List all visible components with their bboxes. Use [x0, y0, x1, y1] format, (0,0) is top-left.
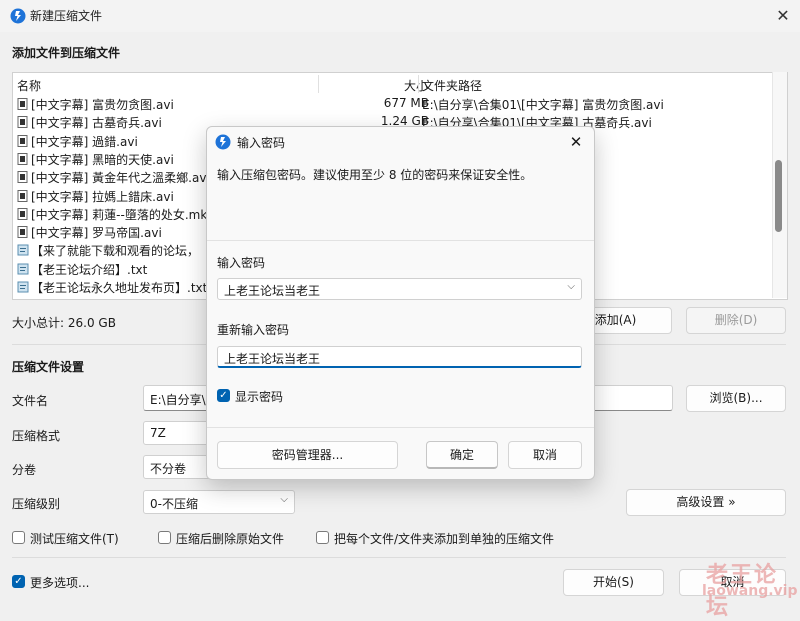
format-value: 7Z: [150, 426, 166, 440]
total-size: 大小总计: 26.0 GB: [12, 316, 116, 330]
separate-archives-label: 把每个文件/文件夹添加到单独的压缩文件: [334, 532, 555, 546]
delete-after-label: 压缩后删除原始文件: [176, 532, 285, 546]
column-header-path[interactable]: 文件夹路径: [422, 77, 482, 94]
video-file-icon: [17, 116, 28, 129]
file-name: [中文字幕] 拉媽上錯床.avi: [31, 189, 174, 204]
video-file-icon: [17, 189, 28, 202]
delete-after-checkbox[interactable]: [158, 531, 171, 544]
text-file-icon: [17, 281, 29, 293]
app-logo-icon: [10, 8, 26, 24]
password-value: 上老王论坛当老王: [224, 284, 321, 298]
chevron-down-icon: ⌵: [280, 494, 288, 505]
reenter-password-value: 上老王论坛当老王: [224, 352, 321, 366]
dialog-title: 输入密码: [237, 136, 286, 150]
format-label: 压缩格式: [12, 429, 61, 443]
title-bar: [0, 0, 800, 32]
add-files-heading: 添加文件到压缩文件: [12, 46, 121, 60]
video-file-icon: [17, 134, 28, 147]
reenter-password-label: 重新输入密码: [217, 323, 290, 337]
password-combo-input[interactable]: 上老王论坛当老王 ⌵: [217, 278, 582, 300]
separate-archives-checkbox[interactable]: [316, 531, 329, 544]
split-label: 分卷: [12, 463, 37, 477]
dialog-divider: [207, 427, 594, 428]
file-list-scroll-thumb[interactable]: [775, 160, 782, 232]
window-close-button[interactable]: ✕: [770, 4, 796, 28]
show-password-checkbox[interactable]: ✓: [217, 389, 230, 402]
start-button[interactable]: 开始(S): [563, 569, 664, 596]
app-logo-icon: [215, 134, 231, 150]
password-manager-button[interactable]: 密码管理器...: [217, 441, 398, 469]
delete-button[interactable]: 删除(D): [686, 307, 786, 334]
dialog-divider: [207, 240, 594, 241]
dialog-cancel-button[interactable]: 取消: [508, 441, 582, 469]
file-list-header: 名称 大小 文件夹路径: [13, 73, 787, 95]
dialog-close-button[interactable]: ✕: [563, 130, 589, 154]
more-options-label: 更多选项...: [30, 576, 90, 590]
file-name: [中文字幕] 古墓奇兵.avi: [31, 116, 162, 131]
file-name: 【老王论坛介绍】.txt: [31, 262, 148, 277]
password-label: 输入密码: [217, 256, 266, 270]
more-options-checkbox[interactable]: ✓: [12, 575, 25, 588]
column-header-name[interactable]: 名称: [17, 77, 41, 94]
filename-value: E:\自分享\: [150, 393, 206, 407]
watermark-url: laowang.vip: [702, 583, 798, 599]
file-name: [中文字幕] 富贵勿贪图.avi: [31, 98, 174, 112]
video-file-icon: [17, 226, 28, 239]
footer-divider: [12, 557, 786, 558]
split-value: 不分卷: [150, 462, 187, 476]
advanced-settings-button[interactable]: 高级设置 »: [626, 489, 786, 516]
level-select[interactable]: 0-不压缩 ⌵: [143, 490, 295, 514]
show-password-label: 显示密码: [235, 390, 284, 404]
video-file-icon: [17, 171, 28, 184]
file-name: [中文字幕] 黃金年代之溫柔鄉.avi: [31, 171, 210, 186]
reenter-password-input[interactable]: 上老王论坛当老王: [217, 346, 582, 368]
settings-heading: 压缩文件设置: [12, 360, 85, 374]
file-name: 【老王论坛永久地址发布页】.txt: [31, 281, 208, 295]
text-file-icon: [17, 244, 29, 256]
file-name: [中文字幕] 黑暗的天使.avi: [31, 152, 174, 167]
chevron-down-icon[interactable]: ⌵: [567, 281, 575, 292]
file-name: [中文字幕] 過錯.avi: [31, 134, 138, 149]
file-path: E:\自分享\合集01\[中文字幕] 富贵勿贪图.avi: [422, 98, 664, 112]
video-file-icon: [17, 152, 28, 165]
mkv-file-icon: [17, 207, 28, 220]
text-file-icon: [17, 263, 29, 275]
level-value: 0-不压缩: [150, 497, 198, 511]
column-divider[interactable]: [418, 75, 419, 93]
column-divider[interactable]: [318, 75, 319, 93]
filename-label: 文件名: [12, 394, 49, 408]
test-archive-label: 测试压缩文件(T): [30, 532, 119, 546]
file-name: 【来了就能下载和观看的论坛，: [31, 244, 200, 259]
password-dialog: 输入密码 ✕ 输入压缩包密码。建议使用至少 8 位的密码来保证安全性。 输入密码…: [206, 126, 595, 480]
file-size: 677 MB: [383, 96, 429, 110]
window-title: 新建压缩文件: [30, 9, 103, 23]
ok-button[interactable]: 确定: [426, 441, 498, 469]
test-archive-checkbox[interactable]: [12, 531, 25, 544]
dialog-description: 输入压缩包密码。建议使用至少 8 位的密码来保证安全性。: [217, 168, 533, 182]
file-name: [中文字幕] 罗马帝国.avi: [31, 226, 162, 241]
file-name: [中文字幕] 莉蓮--墮落的处女.mkv: [31, 207, 215, 222]
browse-button[interactable]: 浏览(B)...: [686, 385, 786, 412]
video-file-icon: [17, 98, 28, 110]
list-item[interactable]: [中文字幕] 富贵勿贪图.avi 677 MB E:\自分享\合集01\[中文字幕]…: [13, 95, 773, 113]
level-label: 压缩级别: [12, 497, 61, 511]
